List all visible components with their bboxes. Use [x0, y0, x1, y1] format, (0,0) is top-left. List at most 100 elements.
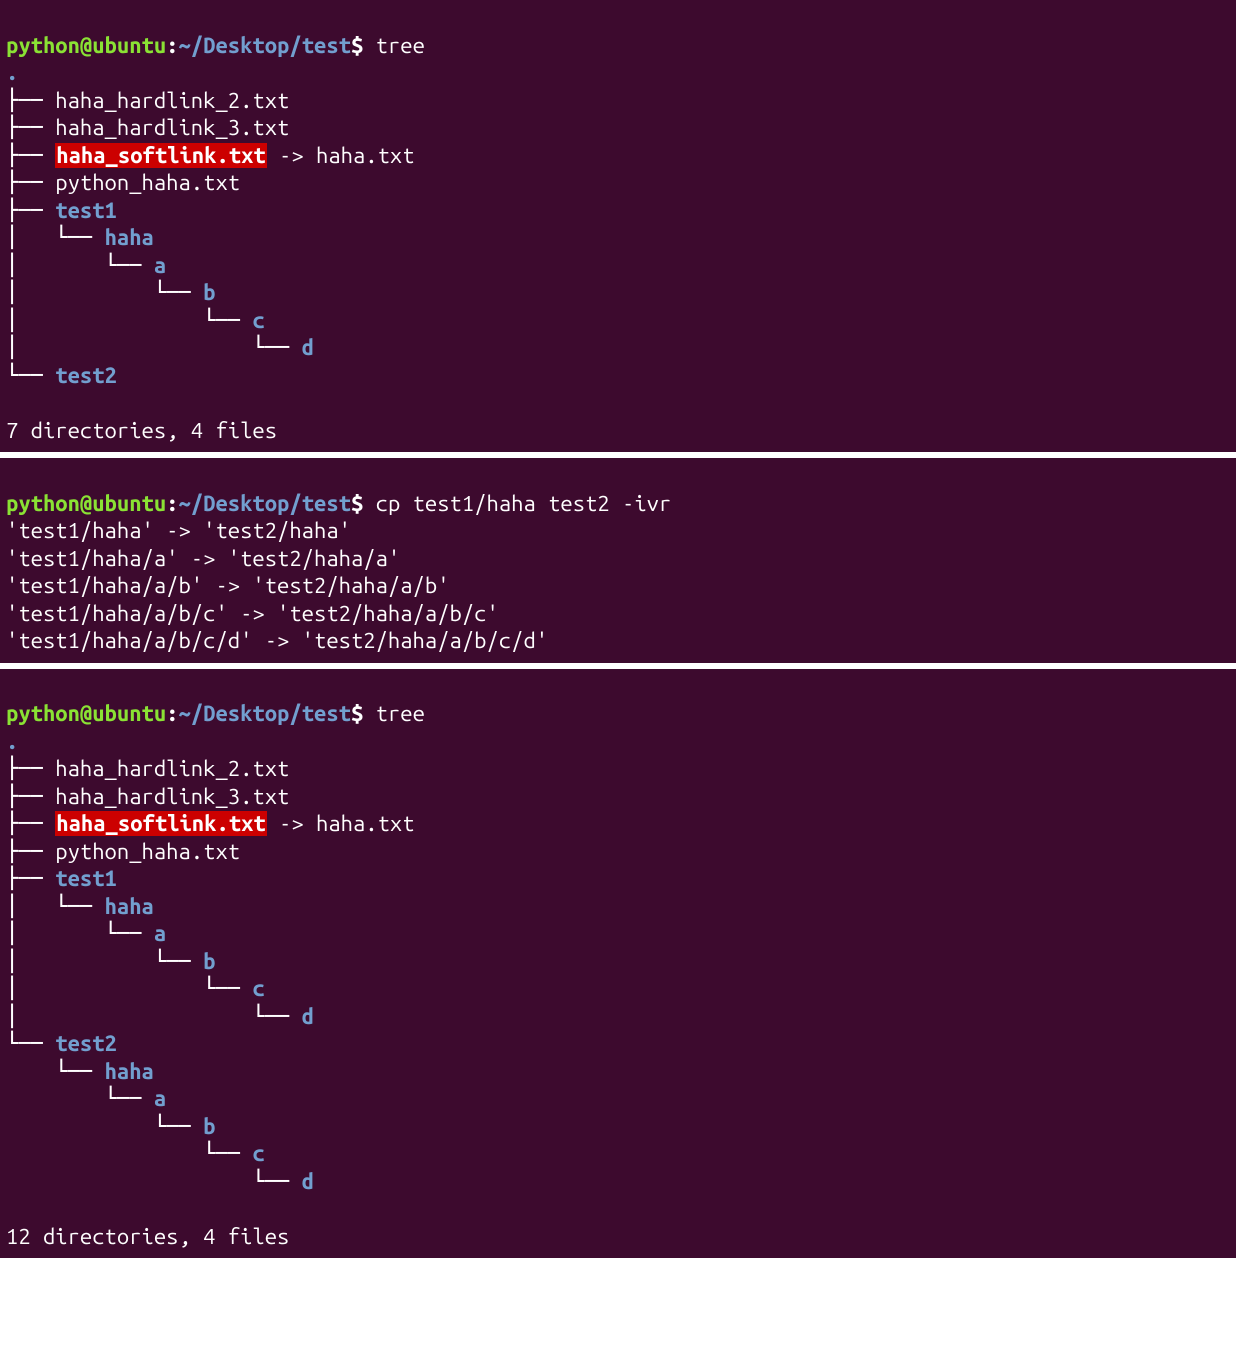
- tree-branch: ├──: [6, 88, 55, 113]
- dir-c: c: [252, 1141, 264, 1166]
- dir-test1: test1: [55, 866, 117, 891]
- tree-branch: [55, 1141, 104, 1166]
- dir-d: d: [302, 1169, 314, 1194]
- tree-branch: [55, 1169, 104, 1194]
- command-cp: cp test1/haha test2 -ivr: [363, 491, 671, 516]
- cp-output-line: 'test1/haha/a/b/c/d' -> 'test2/haha/a/b/…: [6, 628, 548, 653]
- prompt-dollar: $: [351, 33, 363, 58]
- tree-branch: └──: [203, 308, 252, 333]
- file-hardlink3: haha_hardlink_3.txt: [55, 784, 289, 809]
- tree-branch: [203, 1169, 252, 1194]
- tree-branch: └──: [105, 1086, 154, 1111]
- tree-branch: ├──: [6, 866, 55, 891]
- tree-branch: └──: [203, 976, 252, 1001]
- tree-branch: └──: [55, 1059, 104, 1084]
- tree-branch: [55, 335, 104, 360]
- prompt-path: ~/Desktop/test: [179, 701, 351, 726]
- tree-branch: [105, 1141, 154, 1166]
- tree-branch: [55, 280, 104, 305]
- tree-branch: [6, 1141, 55, 1166]
- prompt-path: ~/Desktop/test: [179, 33, 351, 58]
- dir-haha: haha: [105, 894, 154, 919]
- tree-branch: └──: [55, 894, 104, 919]
- prompt-user-host: python@ubuntu: [6, 491, 166, 516]
- file-python-haha: python_haha.txt: [55, 170, 240, 195]
- prompt-line[interactable]: python@ubuntu:~/Desktop/test$ cp test1/h…: [6, 491, 671, 516]
- dir-c: c: [252, 976, 264, 1001]
- prompt-line[interactable]: python@ubuntu:~/Desktop/test$ tree: [6, 33, 425, 58]
- tree-root: .: [6, 729, 18, 754]
- tree-branch: └──: [203, 1141, 252, 1166]
- prompt-user-host: python@ubuntu: [6, 33, 166, 58]
- tree-branch: └──: [154, 1114, 203, 1139]
- tree-branch: [55, 308, 104, 333]
- tree-branch: [6, 1114, 55, 1139]
- tree-root: .: [6, 60, 18, 85]
- file-hardlink2: haha_hardlink_2.txt: [55, 756, 289, 781]
- tree-branch: ├──: [6, 143, 55, 168]
- prompt-path: ~/Desktop/test: [179, 491, 351, 516]
- tree-branch: [6, 1086, 55, 1111]
- tree-branch: └──: [154, 949, 203, 974]
- tree-branch: ├──: [6, 756, 55, 781]
- tree-branch: [203, 1004, 252, 1029]
- tree-branch: [105, 1169, 154, 1194]
- tree-branch: [55, 1004, 104, 1029]
- tree-branch: │: [6, 894, 55, 919]
- tree-branch: │: [6, 280, 55, 305]
- tree-branch: [203, 335, 252, 360]
- dir-test1: test1: [55, 198, 117, 223]
- tree-branch: └──: [6, 363, 55, 388]
- prompt-user-host: python@ubuntu: [6, 701, 166, 726]
- softlink-target: haha.txt: [316, 143, 415, 168]
- tree-branch: [55, 1114, 104, 1139]
- tree-branch: [105, 308, 154, 333]
- dir-haha: haha: [105, 1059, 154, 1084]
- dir-a: a: [154, 253, 166, 278]
- dir-test2: test2: [55, 363, 117, 388]
- dir-haha: haha: [105, 225, 154, 250]
- tree-branch: │: [6, 1004, 55, 1029]
- tree-branch: ├──: [6, 198, 55, 223]
- softlink-target: haha.txt: [316, 811, 415, 836]
- tree-branch: │: [6, 225, 55, 250]
- tree-branch: └──: [252, 1169, 301, 1194]
- prompt-line[interactable]: python@ubuntu:~/Desktop/test$ tree: [6, 701, 425, 726]
- tree-branch: [105, 280, 154, 305]
- dir-b: b: [203, 949, 215, 974]
- dir-d: d: [302, 335, 314, 360]
- tree-branch: [55, 1086, 104, 1111]
- command-tree: tree: [363, 33, 425, 58]
- tree-branch: ├──: [6, 784, 55, 809]
- tree-branch: └──: [6, 1031, 55, 1056]
- file-python-haha: python_haha.txt: [55, 839, 240, 864]
- terminal-block-3: python@ubuntu:~/Desktop/test$ tree . ├──…: [0, 669, 1236, 1259]
- arrow-icon: ->: [267, 811, 316, 836]
- tree-branch: [55, 921, 104, 946]
- dir-b: b: [203, 1114, 215, 1139]
- terminal-block-2: python@ubuntu:~/Desktop/test$ cp test1/h…: [0, 458, 1236, 663]
- file-softlink: haha_softlink.txt: [55, 811, 266, 836]
- cp-output-line: 'test1/haha/a' -> 'test2/haha/a': [6, 546, 400, 571]
- dir-b: b: [203, 280, 215, 305]
- tree-branch: [55, 253, 104, 278]
- tree-branch: ├──: [6, 115, 55, 140]
- cp-output-line: 'test1/haha/a/b/c' -> 'test2/haha/a/b/c': [6, 601, 499, 626]
- tree-branch: └──: [252, 335, 301, 360]
- file-hardlink3: haha_hardlink_3.txt: [55, 115, 289, 140]
- tree-branch: │: [6, 308, 55, 333]
- tree-summary: 7 directories, 4 files: [6, 418, 277, 443]
- file-softlink: haha_softlink.txt: [55, 143, 266, 168]
- command-tree: tree: [363, 701, 425, 726]
- tree-branch: [55, 949, 104, 974]
- dir-c: c: [252, 308, 264, 333]
- prompt-dollar: $: [351, 491, 363, 516]
- dir-test2: test2: [55, 1031, 117, 1056]
- tree-branch: │: [6, 921, 55, 946]
- arrow-icon: ->: [267, 143, 316, 168]
- tree-branch: [154, 335, 203, 360]
- tree-branch: │: [6, 949, 55, 974]
- tree-branch: [55, 976, 104, 1001]
- tree-branch: └──: [105, 921, 154, 946]
- tree-branch: └──: [154, 280, 203, 305]
